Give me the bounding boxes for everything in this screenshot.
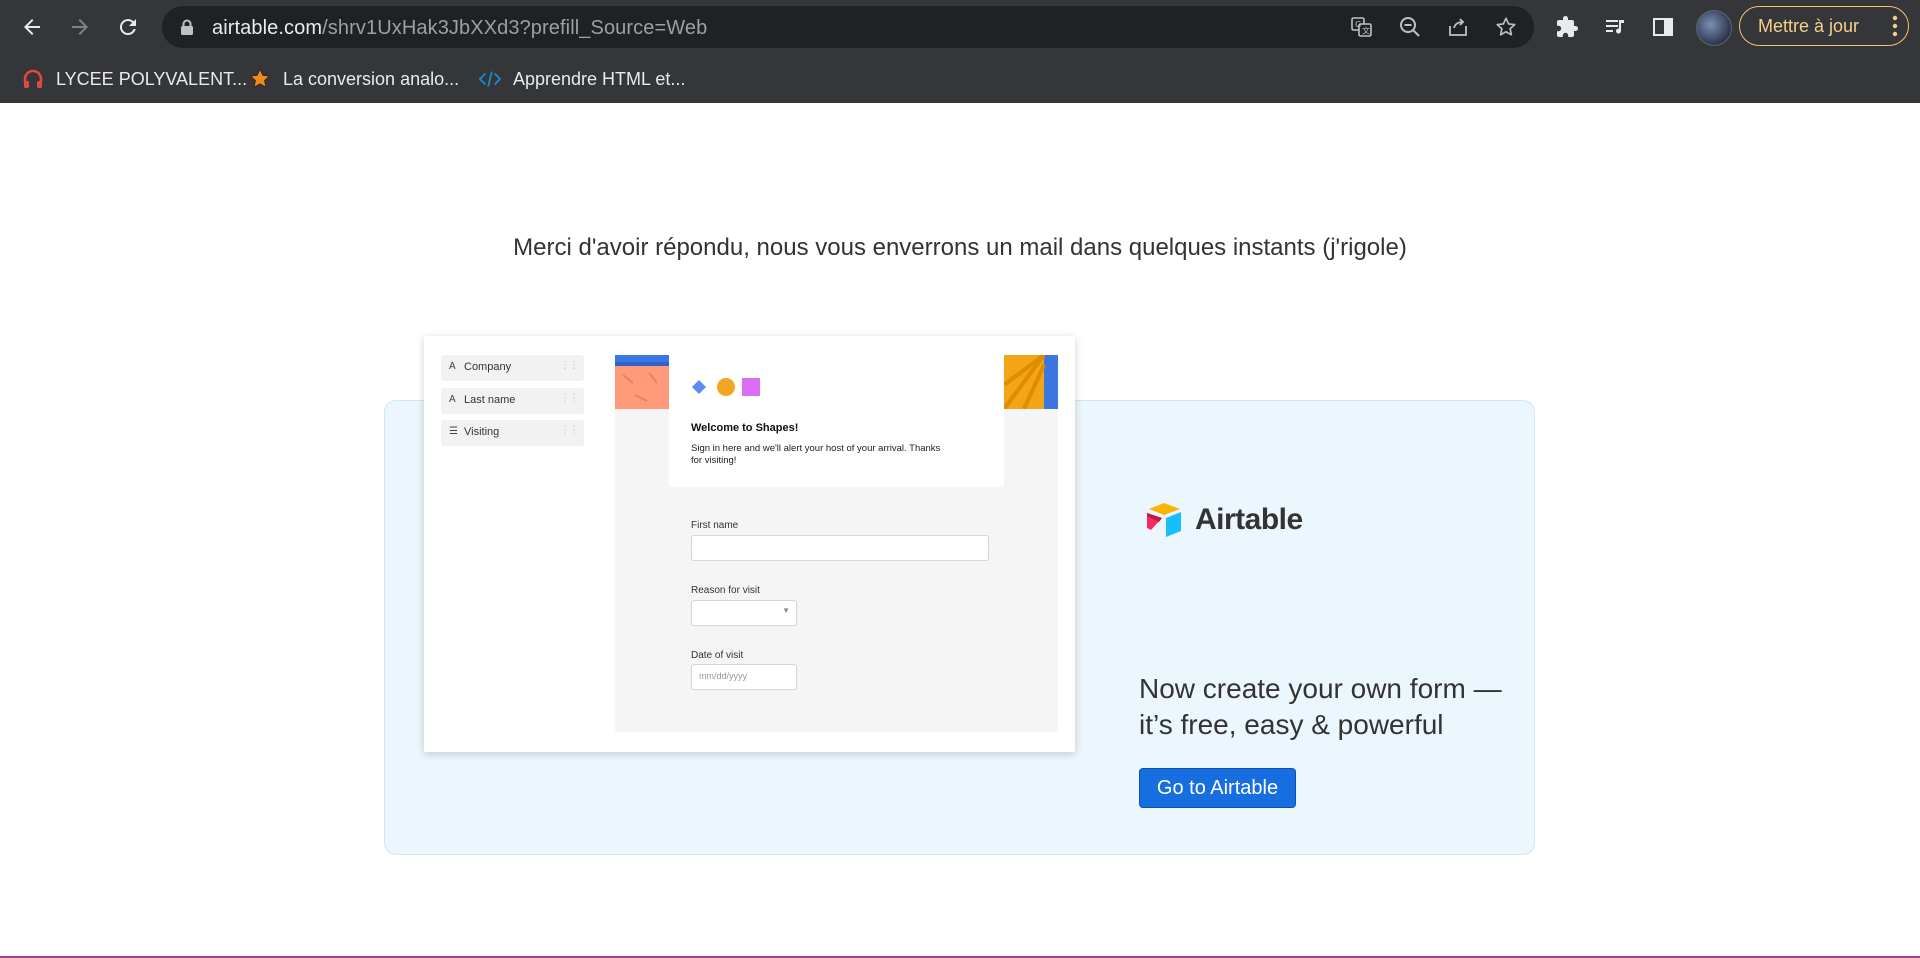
bookmark-html[interactable]: Apprendre HTML et... [479, 65, 685, 93]
browser-toolbar: airtable.com/shrv1UxHak3JbXXd3?prefill_S… [0, 0, 1920, 54]
bookmark-label: LYCEE POLYVALENT... [56, 68, 248, 89]
text-field-icon: A [449, 361, 456, 372]
welcome-title: Welcome to Shapes! [691, 422, 799, 434]
arrow-left-icon [24, 19, 40, 35]
bookmark-conversion[interactable]: La conversion analo... [249, 65, 459, 93]
welcome-card: Welcome to Shapes! Sign in here and we'l… [669, 355, 1004, 487]
code-icon [479, 68, 501, 90]
playlist-icon [1606, 20, 1624, 34]
welcome-description: Sign in here and we'll alert your host o… [691, 443, 941, 466]
url-text: airtable.com/shrv1UxHak3JbXXd3?prefill_S… [212, 17, 707, 40]
bookmarks-bar: LYCEE POLYVALENT... La conversion analo.… [0, 54, 1920, 103]
reason-label: Reason for visit [691, 585, 760, 596]
translate-button[interactable]: G文 [1350, 15, 1374, 39]
cta-headline: Now create your own form — it’s free, ea… [1139, 673, 1502, 740]
first-name-label: First name [691, 520, 739, 531]
url-host: airtable.com [212, 17, 323, 39]
star-icon [249, 68, 271, 90]
field-item-label: Last name [464, 394, 516, 406]
decorative-corner-left [615, 355, 669, 409]
chevron-down-icon: ▼ [782, 606, 790, 615]
translate-icon: G文 [1351, 17, 1372, 37]
drag-handle-icon: ⋮⋮ [560, 425, 579, 436]
bookmark-label: Apprendre HTML et... [513, 68, 686, 89]
arrow-right-icon [72, 19, 88, 35]
url-path: /shrv1UxHak3JbXXd3?prefill_Source=Web [322, 17, 708, 39]
star-outline-icon [1496, 17, 1516, 36]
field-item-label: Visiting [464, 426, 500, 438]
reload-button[interactable] [110, 9, 146, 45]
share-icon [1449, 18, 1467, 36]
svg-text:G: G [1355, 20, 1361, 29]
reason-select: ▼ [691, 600, 797, 626]
extensions-button[interactable] [1552, 12, 1582, 42]
field-item-label: Company [464, 361, 512, 373]
field-item-last-name: A Last name ⋮⋮ [441, 388, 584, 414]
zoom-out-icon [1400, 17, 1420, 37]
form-preview-image: A Company ⋮⋮ A Last name ⋮⋮ ☰ Visiting ⋮… [424, 336, 1075, 752]
brand-name: Airtable [1195, 503, 1303, 536]
field-item-visiting: ☰ Visiting ⋮⋮ [441, 420, 584, 446]
page-content: Merci d'avoir répondu, nous vous enverro… [0, 103, 1920, 958]
text-field-icon: A [449, 394, 456, 405]
more-vert-icon [1892, 15, 1898, 37]
back-button[interactable] [14, 9, 50, 45]
browser-chrome: airtable.com/shrv1UxHak3JbXXd3?prefill_S… [0, 0, 1920, 103]
profile-avatar[interactable] [1696, 10, 1732, 46]
decorative-corner-right [1004, 355, 1058, 409]
forward-button[interactable] [62, 9, 98, 45]
confirmation-message: Merci d'avoir répondu, nous vous enverro… [513, 234, 1407, 261]
update-button[interactable]: Mettre à jour [1739, 6, 1909, 46]
list-field-icon: ☰ [449, 426, 458, 437]
date-input: mm/dd/yyyy [691, 664, 797, 690]
first-name-input [691, 535, 989, 561]
update-button-label: Mettre à jour [1758, 16, 1860, 36]
bookmark-star-button[interactable] [1494, 15, 1518, 39]
mock-form-area: Welcome to Shapes! Sign in here and we'l… [615, 355, 1058, 732]
date-placeholder: mm/dd/yyyy [699, 671, 748, 681]
side-panel-icon [1653, 18, 1673, 36]
media-control-button[interactable] [1600, 12, 1630, 42]
address-bar[interactable]: airtable.com/shrv1UxHak3JbXXd3?prefill_S… [162, 6, 1534, 48]
field-item-company: A Company ⋮⋮ [441, 355, 584, 381]
svg-text:文: 文 [1362, 26, 1370, 36]
date-label: Date of visit [691, 650, 744, 661]
airtable-logo-icon [1147, 503, 1181, 537]
go-to-airtable-button[interactable]: Go to Airtable [1139, 768, 1296, 808]
shapes-logo-icon [692, 378, 760, 396]
bookmark-label: La conversion analo... [283, 68, 460, 89]
puzzle-icon [1557, 16, 1578, 37]
drag-handle-icon: ⋮⋮ [560, 360, 579, 371]
bookmark-lycee[interactable]: LYCEE POLYVALENT... [22, 65, 247, 93]
share-button[interactable] [1446, 15, 1470, 39]
side-panel-button[interactable] [1648, 12, 1678, 42]
lock-icon [181, 19, 193, 35]
drag-handle-icon: ⋮⋮ [560, 393, 579, 404]
zoom-button[interactable] [1398, 15, 1422, 39]
reload-icon [119, 19, 136, 36]
headphones-icon [22, 68, 44, 90]
